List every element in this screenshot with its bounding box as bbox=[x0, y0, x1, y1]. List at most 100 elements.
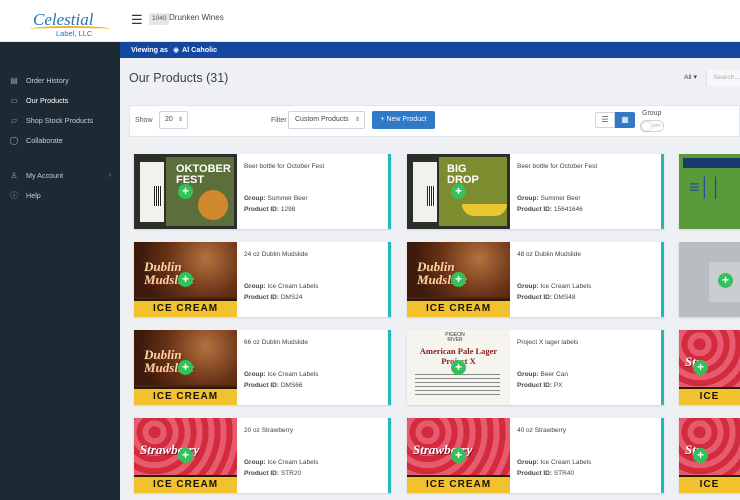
sidebar-item-collaborate[interactable]: ◯ Collaborate bbox=[0, 132, 120, 150]
product-card[interactable]: Strawberry ICE CREAM + 20 oz Strawberry … bbox=[134, 418, 391, 493]
product-group: Group: Ice Cream Labels bbox=[244, 283, 318, 291]
sidebar-item-shop-stock-products[interactable]: ▱ Shop Stock Products bbox=[0, 112, 120, 130]
add-icon[interactable]: + bbox=[718, 273, 733, 288]
product-card[interactable]: Dublin Mudslide ICE CREAM + 48 oz Dublin… bbox=[407, 242, 664, 317]
top-bar: ☰ 1040 Drunken Wines bbox=[120, 0, 740, 42]
add-icon[interactable]: + bbox=[178, 184, 193, 199]
add-icon[interactable]: + bbox=[451, 360, 466, 375]
group-key: Group: bbox=[244, 283, 266, 290]
product-group: Group: Summer Beer bbox=[244, 195, 308, 203]
product-card-partial[interactable]: ≡││ bbox=[679, 154, 740, 229]
group-label: Group bbox=[642, 110, 662, 117]
add-icon[interactable]: + bbox=[178, 448, 193, 463]
product-group: Group: Ice Cream Labels bbox=[244, 371, 318, 379]
group-key: Group: bbox=[244, 195, 266, 202]
product-thumbnail[interactable]: PIGEON RIVER American Pale Lager Project… bbox=[407, 330, 510, 405]
product-thumbnail[interactable]: Dublin Mudslide ICE CREAM + bbox=[134, 242, 237, 317]
product-thumbnail[interactable]: Strawberry ICE CREAM + bbox=[407, 418, 510, 493]
grid-icon: ▦ bbox=[621, 115, 629, 124]
product-name: 66 oz Dublin Mudslide bbox=[244, 339, 308, 346]
show-count-value: 20 bbox=[165, 116, 173, 123]
group-value: Ice Cream Labels bbox=[267, 283, 319, 290]
product-card-partial[interactable]: Str ICE + bbox=[679, 418, 740, 493]
product-thumbnail-placeholder[interactable]: + bbox=[679, 242, 740, 317]
product-id: Product ID: 15641646 bbox=[517, 206, 583, 214]
grid-view-button[interactable]: ▦ bbox=[615, 112, 635, 128]
product-group: Group: Ice Cream Labels bbox=[517, 283, 591, 291]
product-card-partial[interactable]: Str ICE + bbox=[679, 330, 740, 405]
pid-key: Product ID: bbox=[517, 206, 553, 213]
sidebar-item-our-products[interactable]: ▭ Our Products bbox=[0, 92, 120, 110]
pid-key: Product ID: bbox=[244, 382, 280, 389]
toggle-state: OFF bbox=[652, 123, 661, 128]
product-card[interactable]: PIGEON RIVER American Pale Lager Project… bbox=[407, 330, 664, 405]
show-count-select[interactable]: 20 ⇕ bbox=[159, 111, 188, 129]
add-icon[interactable]: + bbox=[451, 272, 466, 287]
pid-value: PX bbox=[553, 382, 563, 389]
product-card[interactable]: BIG DROP + Beer bottle for October Fest … bbox=[407, 154, 664, 229]
filter-select[interactable]: Custom Products ⇕ bbox=[288, 111, 365, 129]
pid-key: Product ID: bbox=[244, 206, 280, 213]
sidebar: ▤ Order History ▭ Our Products ▱ Shop St… bbox=[0, 42, 120, 500]
product-thumbnail[interactable]: OKTOBER FEST + bbox=[134, 154, 237, 229]
ice-cream-text: ICE CREAM bbox=[152, 391, 219, 402]
ice-cream-text: ICE CREAM bbox=[425, 303, 492, 314]
logo[interactable]: Celestial Label, LLC bbox=[0, 0, 120, 42]
product-card[interactable]: Dublin Mudslide ICE CREAM + 24 oz Dublin… bbox=[134, 242, 391, 317]
new-product-button[interactable]: + New Product bbox=[372, 111, 435, 129]
viewing-as-bar: Viewing as ◉ Al Caholic bbox=[120, 42, 740, 58]
toggle-knob bbox=[642, 122, 651, 131]
show-label: Show bbox=[135, 117, 153, 124]
brand-logo-text: PIGEON RIVER bbox=[445, 332, 465, 343]
sidebar-item-label: Order History bbox=[26, 76, 69, 85]
product-id: Product ID: PX bbox=[517, 382, 563, 390]
product-thumbnail[interactable]: Str ICE + bbox=[679, 418, 740, 493]
list-view-button[interactable]: ☰ bbox=[595, 112, 615, 128]
sidebar-item-help[interactable]: ⓘ Help bbox=[0, 187, 120, 205]
add-icon[interactable]: + bbox=[451, 184, 466, 199]
logo-subtitle: Label, LLC bbox=[56, 29, 93, 38]
page-title: Our Products (31) bbox=[129, 71, 229, 85]
add-icon[interactable]: + bbox=[693, 448, 708, 463]
product-thumbnail[interactable]: Str ICE + bbox=[679, 330, 740, 405]
sidebar-item-label: Collaborate bbox=[26, 136, 63, 145]
group-key: Group: bbox=[244, 459, 266, 466]
hamburger-menu-icon[interactable]: ☰ bbox=[131, 13, 143, 26]
group-key: Group: bbox=[517, 459, 539, 466]
group-value: Summer Beer bbox=[540, 195, 581, 202]
thumbnail-text: OKTOBER FEST bbox=[176, 163, 231, 186]
search-input[interactable]: Search... bbox=[706, 70, 740, 86]
product-card[interactable]: Dublin Mudslide ICE CREAM + 66 oz Dublin… bbox=[134, 330, 391, 405]
add-icon[interactable]: + bbox=[178, 272, 193, 287]
product-card-partial[interactable]: + bbox=[679, 242, 740, 317]
product-thumbnail[interactable]: Strawberry ICE CREAM + bbox=[134, 418, 237, 493]
product-name: Project X lager labels bbox=[517, 339, 579, 346]
all-dropdown[interactable]: All ▾ bbox=[684, 73, 697, 83]
add-icon[interactable]: + bbox=[451, 448, 466, 463]
add-icon[interactable]: + bbox=[693, 360, 708, 375]
product-name: 24 oz Dublin Mudslide bbox=[244, 251, 308, 258]
viewing-as-label: Viewing as bbox=[131, 45, 169, 54]
account-number-badge: 1040 bbox=[149, 13, 170, 25]
products-toolbar: Show 20 ⇕ Filter Custom Products ⇕ + New P… bbox=[129, 105, 740, 137]
add-icon[interactable]: + bbox=[178, 360, 193, 375]
ice-cream-text: ICE CREAM bbox=[152, 303, 219, 314]
group-value: Beer Can bbox=[540, 371, 568, 378]
product-card[interactable]: Strawberry ICE CREAM + 40 oz Strawberry … bbox=[407, 418, 664, 493]
product-thumbnail[interactable]: Dublin Mudslide ICE CREAM + bbox=[407, 242, 510, 317]
product-thumbnail[interactable]: BIG DROP + bbox=[407, 154, 510, 229]
sidebar-item-my-account[interactable]: ♙ My Account › bbox=[0, 167, 120, 185]
product-thumbnail[interactable]: Dublin Mudslide ICE CREAM + bbox=[134, 330, 237, 405]
product-id: Product ID: STR40 bbox=[517, 470, 574, 478]
group-toggle[interactable]: OFF bbox=[640, 120, 664, 132]
select-arrows-icon: ⇕ bbox=[177, 117, 183, 123]
sidebar-item-label: Help bbox=[26, 191, 41, 200]
product-card[interactable]: OKTOBER FEST + Beer bottle for October F… bbox=[134, 154, 391, 229]
sidebar-item-order-history[interactable]: ▤ Order History bbox=[0, 72, 120, 90]
clipboard-icon: ▭ bbox=[10, 96, 18, 105]
info-icon: ⓘ bbox=[10, 191, 18, 200]
viewing-as-user[interactable]: Al Caholic bbox=[182, 42, 217, 58]
product-thumbnail[interactable]: ≡││ bbox=[679, 154, 740, 229]
select-arrows-icon: ⇕ bbox=[354, 117, 360, 123]
group-key: Group: bbox=[517, 195, 539, 202]
